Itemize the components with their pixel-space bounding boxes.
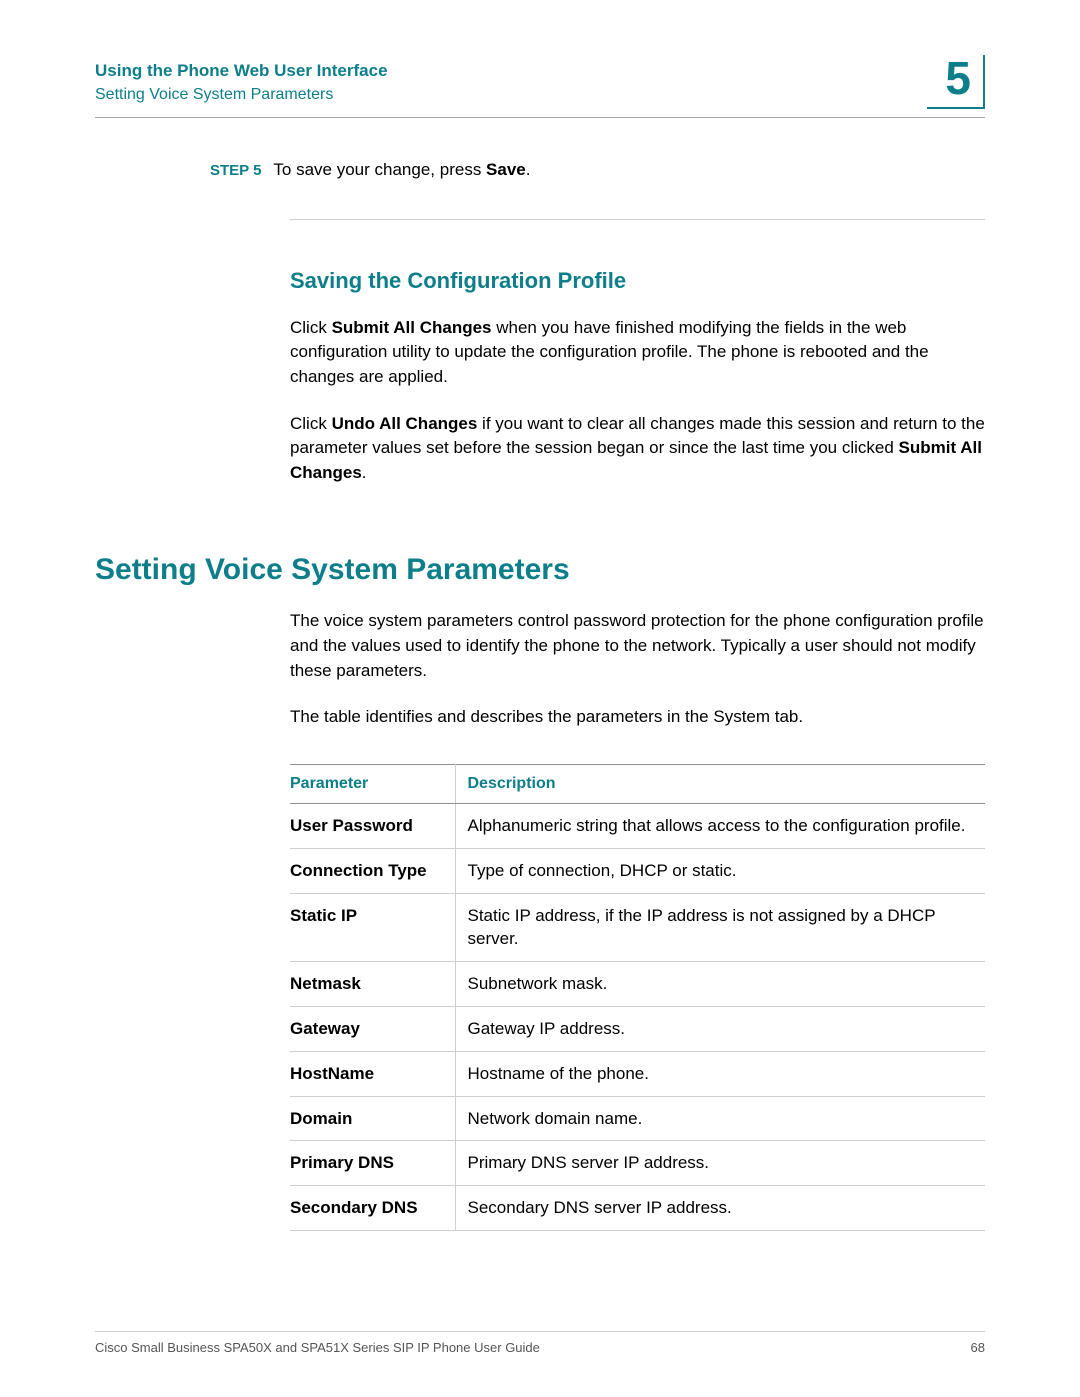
table-cell-parameter: Secondary DNS — [290, 1186, 455, 1231]
page-footer: Cisco Small Business SPA50X and SPA51X S… — [95, 1331, 985, 1355]
voice-params-para-1: The voice system parameters control pass… — [290, 609, 985, 683]
p2-b: Undo All Changes — [332, 414, 478, 433]
table-cell-parameter: HostName — [290, 1051, 455, 1096]
table-cell-parameter: Netmask — [290, 962, 455, 1007]
table-cell-description: Secondary DNS server IP address. — [455, 1186, 985, 1231]
table-cell-description: Type of connection, DHCP or static. — [455, 848, 985, 893]
chapter-number-box: 5 — [927, 55, 985, 109]
header-divider — [95, 117, 985, 118]
step-5-text: To save your change, press Save. — [273, 158, 530, 183]
table-cell-description: Subnetwork mask. — [455, 962, 985, 1007]
table-row: DomainNetwork domain name. — [290, 1096, 985, 1141]
table-cell-parameter: Static IP — [290, 893, 455, 962]
saving-profile-para-1: Click Submit All Changes when you have f… — [290, 316, 985, 390]
table-cell-parameter: Primary DNS — [290, 1141, 455, 1186]
voice-params-para-2: The table identifies and describes the p… — [290, 705, 985, 730]
header-text-block: Using the Phone Web User Interface Setti… — [95, 55, 388, 107]
p1-a: Click — [290, 318, 332, 337]
table-row: NetmaskSubnetwork mask. — [290, 962, 985, 1007]
table-row: Connection TypeType of connection, DHCP … — [290, 848, 985, 893]
table-cell-parameter: Connection Type — [290, 848, 455, 893]
table-cell-parameter: User Password — [290, 804, 455, 849]
table-cell-description: Gateway IP address. — [455, 1007, 985, 1052]
table-header-parameter: Parameter — [290, 765, 455, 804]
table-cell-parameter: Gateway — [290, 1007, 455, 1052]
table-row: Secondary DNSSecondary DNS server IP add… — [290, 1186, 985, 1231]
saving-profile-para-2: Click Undo All Changes if you want to cl… — [290, 412, 985, 486]
parameters-table: Parameter Description User PasswordAlpha… — [290, 764, 985, 1231]
table-row: Primary DNSPrimary DNS server IP address… — [290, 1141, 985, 1186]
chapter-number: 5 — [945, 55, 971, 101]
table-header-description: Description — [455, 765, 985, 804]
header-title: Using the Phone Web User Interface — [95, 59, 388, 83]
table-row: User PasswordAlphanumeric string that al… — [290, 804, 985, 849]
step-text-before: To save your change, press — [273, 160, 486, 179]
table-cell-description: Primary DNS server IP address. — [455, 1141, 985, 1186]
p2-e: . — [362, 463, 367, 482]
step-text-after: . — [526, 160, 531, 179]
header-subtitle: Setting Voice System Parameters — [95, 83, 388, 107]
p2-a: Click — [290, 414, 332, 433]
table-cell-parameter: Domain — [290, 1096, 455, 1141]
step-label: STEP 5 — [210, 162, 261, 179]
p1-b: Submit All Changes — [332, 318, 492, 337]
subheading-saving-profile: Saving the Configuration Profile — [290, 268, 985, 294]
footer-page-number: 68 — [971, 1340, 985, 1355]
footer-doc-title: Cisco Small Business SPA50X and SPA51X S… — [95, 1340, 540, 1355]
table-cell-description: Alphanumeric string that allows access t… — [455, 804, 985, 849]
table-row: HostNameHostname of the phone. — [290, 1051, 985, 1096]
table-cell-description: Network domain name. — [455, 1096, 985, 1141]
heading-setting-voice-params: Setting Voice System Parameters — [95, 553, 985, 587]
page-header: Using the Phone Web User Interface Setti… — [95, 55, 985, 109]
step-text-bold: Save — [486, 160, 526, 179]
table-cell-description: Hostname of the phone. — [455, 1051, 985, 1096]
table-cell-description: Static IP address, if the IP address is … — [455, 893, 985, 962]
table-row: Static IPStatic IP address, if the IP ad… — [290, 893, 985, 962]
table-row: GatewayGateway IP address. — [290, 1007, 985, 1052]
step-divider — [290, 219, 985, 220]
table-header-row: Parameter Description — [290, 765, 985, 804]
step-5-row: STEP 5 To save your change, press Save. — [210, 158, 985, 183]
